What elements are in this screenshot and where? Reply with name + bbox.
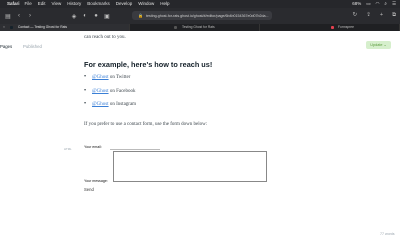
platform-label: on Twitter bbox=[109, 75, 131, 80]
bullet-icon: • bbox=[84, 101, 87, 107]
update-button[interactable]: Update ⌄ bbox=[366, 41, 391, 49]
share-icon[interactable]: ⇪ bbox=[366, 12, 371, 19]
bullet-icon: • bbox=[84, 74, 87, 80]
tab-label: Formspree bbox=[338, 25, 354, 29]
form-intro-paragraph[interactable]: If you prefer to use a contact form, use… bbox=[84, 122, 207, 127]
menu-edit[interactable]: Edit bbox=[38, 0, 46, 8]
menu-history[interactable]: History bbox=[67, 0, 81, 8]
browser-toolbar: ▤ ‹ › ◈ ◐ ● ▣ 🔒 testing-ghost-for-rats.g… bbox=[0, 8, 400, 24]
battery-icon[interactable]: ▭ bbox=[366, 0, 370, 8]
tab-bar: × Contact — Testing Ghost for Rats Testi… bbox=[0, 24, 400, 31]
bullet-icon: • bbox=[84, 88, 87, 94]
wifi-icon[interactable]: ◠ bbox=[375, 0, 379, 8]
menu-help[interactable]: Help bbox=[160, 0, 169, 8]
close-tab-icon[interactable]: × bbox=[3, 24, 5, 31]
battery-percentage: 68% bbox=[352, 1, 362, 6]
send-button[interactable]: Send bbox=[84, 187, 94, 192]
sidebar-toggle-icon[interactable]: ▤ bbox=[5, 13, 11, 20]
email-label: Your email: bbox=[84, 145, 102, 149]
tab-label: Contact — Testing Ghost for Rats bbox=[18, 25, 68, 29]
ghost-favicon-icon bbox=[174, 26, 177, 29]
shield-icon[interactable]: ◈ bbox=[71, 13, 77, 20]
menu-window[interactable]: Window bbox=[138, 0, 154, 8]
search-icon[interactable]: ⌕ bbox=[384, 0, 387, 8]
address-url: testing-ghost-for-rats.ghost.io/ghost/#/… bbox=[145, 14, 269, 18]
lock-icon: 🔒 bbox=[138, 13, 143, 18]
platform-label: on Facebook bbox=[109, 89, 136, 94]
menu-file[interactable]: File bbox=[25, 0, 32, 8]
twitter-link[interactable]: @Ghost bbox=[92, 75, 109, 80]
menu-app-name[interactable]: Safari bbox=[7, 0, 20, 8]
tab-testing-ghost[interactable]: Testing Ghost for Rats bbox=[130, 24, 260, 31]
menu-develop[interactable]: Develop bbox=[116, 0, 133, 8]
tab-formspree[interactable]: Formspree bbox=[260, 24, 400, 31]
menu-bookmarks[interactable]: Bookmarks bbox=[87, 0, 110, 8]
tab-contact[interactable]: × Contact — Testing Ghost for Rats bbox=[0, 24, 130, 31]
breadcrumb-pages[interactable]: Pages bbox=[0, 44, 12, 49]
word-count: 77 words bbox=[380, 232, 395, 236]
ghost-favicon-icon bbox=[10, 26, 13, 29]
translate-icon[interactable]: ▣ bbox=[104, 13, 110, 20]
message-label: Your message: bbox=[84, 179, 108, 183]
ghost-editor: Pages Published Update ⌄ can reach out t… bbox=[0, 31, 400, 250]
facebook-link[interactable]: @Ghost bbox=[92, 89, 109, 94]
contact-heading[interactable]: For example, here's how to reach us! bbox=[84, 60, 212, 69]
menu-view[interactable]: View bbox=[52, 0, 62, 8]
address-bar[interactable]: 🔒 testing-ghost-for-rats.ghost.io/ghost/… bbox=[132, 11, 272, 20]
extension-icon[interactable]: ◐ bbox=[82, 13, 88, 19]
email-field[interactable] bbox=[110, 149, 160, 150]
tab-label: Testing Ghost for Rats bbox=[182, 25, 215, 29]
menu-bar: Safari File Edit View History Bookmarks … bbox=[0, 0, 400, 8]
tab-overview-icon[interactable]: ⧉ bbox=[392, 12, 396, 19]
update-label: Update bbox=[370, 43, 383, 47]
reload-icon[interactable]: ↻ bbox=[353, 12, 358, 19]
new-tab-icon[interactable]: + bbox=[380, 12, 383, 19]
instagram-link[interactable]: @Ghost bbox=[92, 102, 109, 107]
back-icon[interactable]: ‹ bbox=[16, 13, 22, 19]
status-published: Published bbox=[23, 44, 42, 49]
reader-icon[interactable]: ● bbox=[93, 13, 99, 19]
control-center-icon[interactable]: ☰ bbox=[392, 0, 396, 8]
formspree-favicon-icon bbox=[331, 26, 334, 29]
message-textarea[interactable] bbox=[113, 151, 267, 182]
intro-paragraph[interactable]: can reach out to you. bbox=[84, 34, 314, 41]
forward-icon[interactable]: › bbox=[27, 13, 33, 19]
html-card-marker: HTML bbox=[64, 147, 72, 151]
platform-label: on Instagram bbox=[109, 102, 137, 107]
